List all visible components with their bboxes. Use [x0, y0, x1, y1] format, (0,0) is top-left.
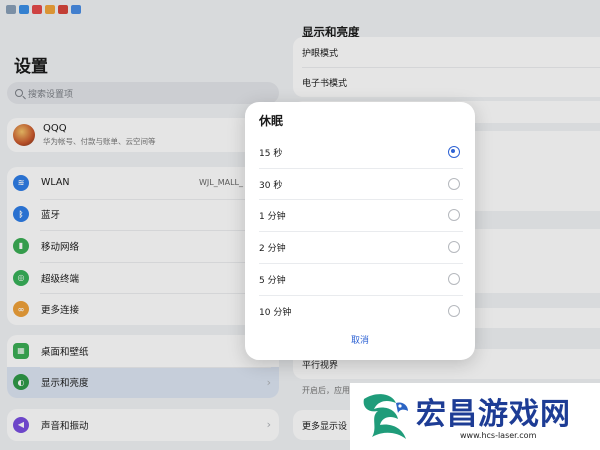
option-10min[interactable]: 10 分钟 [259, 295, 463, 327]
option-label: 10 分钟 [259, 307, 292, 318]
radio-icon[interactable] [448, 273, 460, 285]
cancel-button[interactable]: 取消 [245, 333, 475, 346]
watermark-title: 宏昌游戏网 [416, 397, 571, 432]
radio-icon[interactable] [448, 241, 460, 253]
watermark: 宏昌游戏网 www.hcs-laser.com [350, 383, 600, 450]
option-15s[interactable]: 15 秒 [259, 136, 463, 168]
option-1min[interactable]: 1 分钟 [259, 199, 463, 231]
dialog-title: 休眠 [259, 114, 284, 128]
radio-icon[interactable] [448, 178, 460, 190]
radio-icon[interactable] [448, 305, 460, 317]
radio-icon[interactable] [448, 209, 460, 221]
sleep-dialog: 休眠 15 秒 30 秒 1 分钟 2 分钟 5 分钟 10 分钟 取消 [245, 102, 475, 360]
option-5min[interactable]: 5 分钟 [259, 263, 463, 295]
option-label: 15 秒 [259, 148, 283, 159]
option-label: 30 秒 [259, 180, 283, 191]
option-30s[interactable]: 30 秒 [259, 168, 463, 200]
option-label: 5 分钟 [259, 275, 286, 286]
option-2min[interactable]: 2 分钟 [259, 231, 463, 263]
dragon-logo-icon [363, 394, 408, 439]
option-label: 2 分钟 [259, 243, 286, 254]
radio-selected-icon[interactable] [448, 146, 460, 158]
option-label: 1 分钟 [259, 211, 286, 222]
watermark-url: www.hcs-laser.com [460, 431, 537, 440]
